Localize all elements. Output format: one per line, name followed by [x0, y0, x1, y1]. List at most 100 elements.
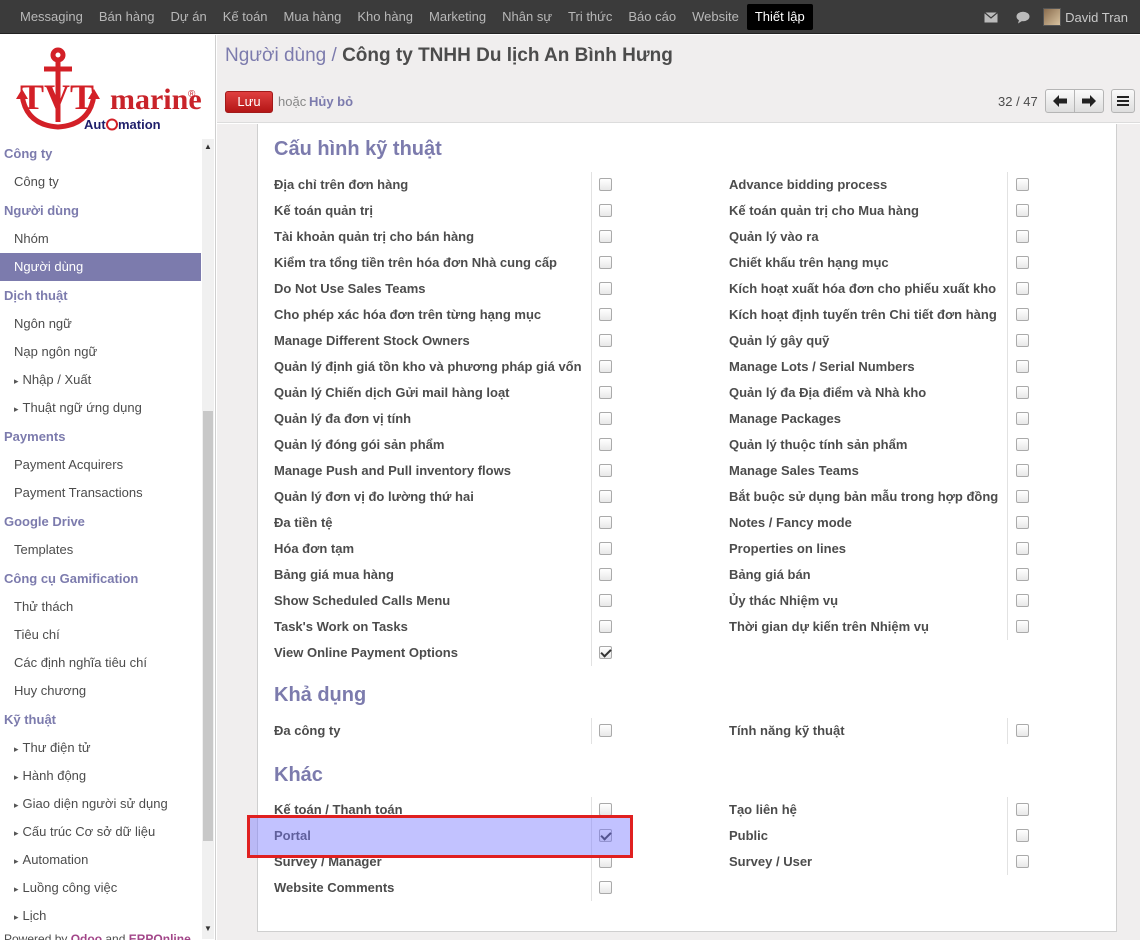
caret-right-icon[interactable]: ▸: [14, 404, 19, 414]
scroll-up-icon[interactable]: ▲: [204, 143, 212, 151]
sidebar-item-templates[interactable]: Templates: [0, 536, 202, 564]
field-divider: [591, 640, 592, 666]
field-label: View Online Payment Options: [274, 645, 458, 660]
top-menu-tri-thuc[interactable]: Tri thức: [560, 0, 620, 34]
caret-right-icon[interactable]: ▸: [14, 744, 19, 754]
sidebar-item-cau-truc-co-so-du-lieu[interactable]: ▸ Cấu trúc Cơ sở dữ liệu: [0, 818, 202, 846]
caret-right-icon[interactable]: ▸: [14, 856, 19, 866]
sidebar-item-luong-cong-viec[interactable]: ▸ Luồng công việc: [0, 874, 202, 902]
sidebar-item-tieu-chi[interactable]: Tiêu chí: [0, 621, 202, 649]
caret-right-icon[interactable]: ▸: [14, 376, 19, 386]
field-ke-toan-quan-tri-cho-mua-hang: Kế toán quản trị cho Mua hàng: [258, 198, 1118, 224]
caret-right-icon[interactable]: ▸: [14, 828, 19, 838]
sidebar-item-nhom[interactable]: Nhóm: [0, 225, 202, 253]
arrow-right-icon: [1082, 95, 1096, 107]
scroll-down-icon[interactable]: ▼: [204, 925, 212, 933]
sidebar-item-cong-ty[interactable]: Công ty: [0, 168, 202, 196]
sidebar-item-payment-transactions[interactable]: Payment Transactions: [0, 479, 202, 507]
top-menu-messaging[interactable]: Messaging: [12, 0, 91, 34]
checkbox[interactable]: [1016, 464, 1029, 477]
view-menu-button[interactable]: [1111, 89, 1135, 113]
field-divider: [1007, 328, 1008, 354]
save-button[interactable]: Lưu: [225, 91, 273, 113]
sidebar-item-nap-ngon-ngu[interactable]: Nạp ngôn ngữ: [0, 338, 202, 366]
checkbox[interactable]: [1016, 620, 1029, 633]
top-menu-ke-toan[interactable]: Kế toán: [215, 0, 276, 34]
checkbox[interactable]: [1016, 360, 1029, 373]
field-divider: [1007, 588, 1008, 614]
checkbox[interactable]: [1016, 256, 1029, 269]
sidebar-item-thuat-ngu-ung-dung[interactable]: ▸ Thuật ngữ ứng dụng: [0, 394, 202, 422]
top-menu-marketing[interactable]: Marketing: [421, 0, 494, 34]
checkbox[interactable]: [1016, 412, 1029, 425]
checkbox[interactable]: [1016, 438, 1029, 451]
sidebar-item-payment-acquirers[interactable]: Payment Acquirers: [0, 451, 202, 479]
checkbox[interactable]: [599, 646, 612, 659]
user-name[interactable]: David Tran: [1065, 10, 1128, 25]
field-label: Manage Packages: [729, 411, 842, 426]
checkbox[interactable]: [1016, 829, 1029, 842]
top-menu-du-an[interactable]: Dự án: [163, 0, 215, 34]
top-menu-bao-cao[interactable]: Báo cáo: [620, 0, 684, 34]
checkbox[interactable]: [1016, 516, 1029, 529]
checkbox[interactable]: [1016, 230, 1029, 243]
top-menu-nhan-su[interactable]: Nhân sự: [494, 0, 560, 34]
field-view-online-payment-options: View Online Payment Options: [258, 640, 1118, 666]
sidebar-scrollbar[interactable]: ▲ ▼: [202, 139, 214, 939]
scrollbar-thumb[interactable]: [203, 411, 213, 841]
sidebar-item-thu-thach[interactable]: Thử thách: [0, 593, 202, 621]
discard-link[interactable]: Hủy bỏ: [309, 94, 353, 109]
chat-icon[interactable]: [1015, 10, 1031, 24]
sidebar-item-cac-dinh-nghia-tieu-chi[interactable]: Các định nghĩa tiêu chí: [0, 649, 202, 677]
checkbox[interactable]: [1016, 594, 1029, 607]
checkbox[interactable]: [1016, 542, 1029, 555]
checkbox[interactable]: [1016, 334, 1029, 347]
pager-next-button[interactable]: [1074, 89, 1104, 113]
checkbox[interactable]: [1016, 308, 1029, 321]
caret-right-icon[interactable]: ▸: [14, 772, 19, 782]
checkbox[interactable]: [1016, 386, 1029, 399]
pager-previous-button[interactable]: [1045, 89, 1075, 113]
sidebar-item-label: Các định nghĩa tiêu chí: [14, 655, 147, 670]
breadcrumb-parent[interactable]: Người dùng: [225, 45, 326, 66]
sidebar-item-nhap-xuat[interactable]: ▸ Nhập / Xuất: [0, 366, 202, 394]
pager-counter[interactable]: 32 / 47: [998, 94, 1038, 109]
field-label: Chiết khấu trên hạng mục: [729, 255, 889, 270]
sidebar-item-thu-dien-tu[interactable]: ▸ Thư điện tử: [0, 734, 202, 762]
erponline-link[interactable]: ERPOnline: [129, 932, 191, 940]
caret-right-icon[interactable]: ▸: [14, 800, 19, 810]
sidebar-item-ngon-ngu[interactable]: Ngôn ngữ: [0, 310, 202, 338]
field-divider: [1007, 224, 1008, 250]
checkbox[interactable]: [1016, 490, 1029, 503]
top-menu-mua-hang[interactable]: Mua hàng: [276, 0, 350, 34]
top-menu: Messaging Bán hàng Dự án Kế toán Mua hàng Kho…: [12, 0, 813, 34]
checkbox[interactable]: [599, 881, 612, 894]
checkbox[interactable]: [1016, 282, 1029, 295]
odoo-link[interactable]: Odoo: [71, 932, 102, 940]
sidebar-item-label: Huy chương: [14, 683, 87, 698]
checkbox[interactable]: [1016, 803, 1029, 816]
sidebar-item-giao-dien-nguoi-su-dung[interactable]: ▸ Giao diện người sử dụng: [0, 790, 202, 818]
caret-right-icon[interactable]: ▸: [14, 912, 19, 922]
sidebar-item-automation[interactable]: ▸ Automation: [0, 846, 202, 874]
sidebar-item-nguoi-dung[interactable]: Người dùng: [0, 253, 201, 281]
field-divider: [1007, 198, 1008, 224]
checkbox[interactable]: [1016, 178, 1029, 191]
sidebar-item-lich[interactable]: ▸ Lịch: [0, 902, 202, 930]
caret-right-icon[interactable]: ▸: [14, 884, 19, 894]
top-menu-thiet-lap[interactable]: Thiết lập: [746, 4, 813, 30]
sidebar-item-hanh-dong[interactable]: ▸ Hành động: [0, 762, 202, 790]
top-menu-kho-hang[interactable]: Kho hàng: [349, 0, 421, 34]
sidebar-item-huy-chuong[interactable]: Huy chương: [0, 677, 202, 705]
checkbox[interactable]: [1016, 204, 1029, 217]
top-menu-website[interactable]: Website: [684, 0, 747, 34]
checkbox[interactable]: [1016, 724, 1029, 737]
top-menu-ban-hang[interactable]: Bán hàng: [91, 0, 163, 34]
checkbox[interactable]: [1016, 568, 1029, 581]
user-avatar[interactable]: [1043, 8, 1062, 26]
field-divider: [1007, 849, 1008, 875]
field-label: Notes / Fancy mode: [729, 515, 852, 530]
checkbox[interactable]: [1016, 855, 1029, 868]
mail-icon[interactable]: [983, 10, 999, 24]
field-divider: [1007, 536, 1008, 562]
